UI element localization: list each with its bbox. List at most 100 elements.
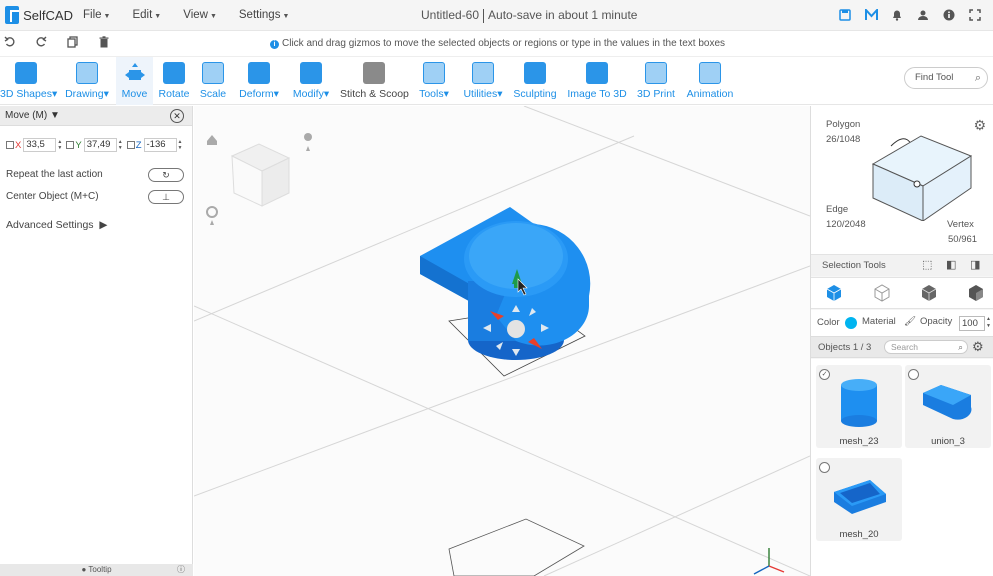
move-panel: Move (M) ▼ ✕ X 33,5 ▲ ▼ Y 37,49 ▲ ▼ Z -136… xyxy=(0,106,193,576)
object-tile-mesh-20[interactable]: mesh_20 xyxy=(816,458,902,541)
save-icon[interactable] xyxy=(837,7,853,23)
m-icon[interactable] xyxy=(863,7,879,23)
autosave-status: Auto-save in about 1 minute xyxy=(488,8,638,22)
color-swatch[interactable] xyxy=(845,317,857,329)
center-object-button[interactable]: ⊥ xyxy=(148,190,184,204)
document-name[interactable]: Untitled-60 xyxy=(421,8,479,22)
x-coordinate-input[interactable]: 33,5 xyxy=(23,138,57,152)
sculpting-icon xyxy=(524,62,546,84)
scene-canvas[interactable] xyxy=(194,106,810,576)
center-object-label: Center Object (M+C) xyxy=(6,191,99,202)
view-cube[interactable] xyxy=(230,143,291,207)
copy-icon[interactable] xyxy=(67,36,79,51)
redo-icon[interactable] xyxy=(35,36,47,51)
tool-3d-shapes[interactable]: 3D Shapes▾ xyxy=(0,57,57,105)
pan-compass-icon[interactable] xyxy=(304,133,312,151)
notification-bell-icon[interactable] xyxy=(889,7,905,23)
material-icon[interactable]: 🖌 xyxy=(904,316,916,327)
tool-stitch-scoop[interactable]: Stitch & Scoop xyxy=(340,57,409,105)
tool-3d-print[interactable]: 3D Print xyxy=(636,57,676,105)
tool-modify[interactable]: Modify▾ xyxy=(290,57,332,105)
tool-sculpting[interactable]: Sculpting xyxy=(512,57,558,105)
select-faces-icon[interactable]: ◨ xyxy=(970,258,980,271)
close-icon[interactable]: ✕ xyxy=(170,109,184,123)
tool-tools[interactable]: Tools▾ xyxy=(416,57,452,105)
color-label: Color xyxy=(817,317,840,328)
tool-move[interactable]: Move xyxy=(116,57,153,105)
expand-triangle-icon: ▶ xyxy=(99,219,108,231)
x-lock-checkbox[interactable] xyxy=(6,141,14,149)
find-tool-input[interactable]: Find Tool ⌕ xyxy=(904,67,988,89)
modify-icon xyxy=(300,62,322,84)
cylinder-thumbnail xyxy=(841,379,877,427)
panel-header: Move (M) ▼ ✕ xyxy=(0,106,192,126)
tool-animation[interactable]: Animation xyxy=(684,57,736,105)
panel-title: Move (M) xyxy=(5,110,48,121)
vertex-count: 50/961 xyxy=(948,234,978,245)
menu-view[interactable]: View ▼ xyxy=(183,9,217,21)
tool-image-to-3d[interactable]: Image To 3D xyxy=(566,57,628,105)
tool-drawing[interactable]: Drawing▾ xyxy=(62,57,112,105)
tool-scale[interactable]: Scale xyxy=(196,57,230,105)
tray-thumbnail xyxy=(834,480,886,514)
advanced-settings-toggle[interactable]: Advanced Settings ▶ xyxy=(6,219,107,231)
3d-viewport[interactable] xyxy=(194,106,810,576)
wireframe-mode-icon[interactable] xyxy=(873,284,891,302)
camera-orbit-icon[interactable] xyxy=(206,206,218,225)
center-icon: ⊥ xyxy=(162,192,170,202)
coordinates-row: X 33,5 ▲ ▼ Y 37,49 ▲ ▼ Z -136 ▲ ▼ xyxy=(6,138,187,152)
cube-icon xyxy=(15,62,37,84)
opacity-input[interactable]: 100 xyxy=(959,316,985,331)
object-select-checkbox[interactable] xyxy=(819,462,830,473)
menu-edit[interactable]: Edit ▼ xyxy=(132,9,161,21)
x-stepper[interactable]: ▲ ▼ xyxy=(57,139,63,151)
z-lock-checkbox[interactable] xyxy=(126,141,135,149)
z-coordinate-input[interactable]: -136 xyxy=(143,138,177,152)
object-select-checkbox[interactable] xyxy=(908,369,919,380)
face-mode-icon[interactable] xyxy=(920,284,938,302)
opacity-stepper[interactable]: ▲ ▼ xyxy=(986,316,991,330)
y-lock-checkbox[interactable] xyxy=(66,141,75,149)
tool-deform[interactable]: Deform▾ xyxy=(236,57,282,105)
caret-down-icon: ▼ xyxy=(282,13,290,20)
info-circle-icon: ⓘ xyxy=(177,565,185,574)
selected-object-union[interactable] xyxy=(420,207,591,360)
object-name: mesh_23 xyxy=(839,436,879,447)
tool-utilities[interactable]: Utilities▾ xyxy=(460,57,506,105)
repeat-action-button[interactable]: ↻ xyxy=(148,168,184,182)
object-tile-union-3[interactable]: union_3 xyxy=(905,365,991,448)
collapse-triangle-icon[interactable]: ▼ xyxy=(50,110,60,121)
selection-cube-icon xyxy=(871,135,973,221)
solid-mode-icon[interactable] xyxy=(967,284,985,302)
selection-mode-bar xyxy=(811,277,993,309)
home-icon[interactable] xyxy=(207,135,217,145)
delete-trash-icon[interactable] xyxy=(98,36,110,51)
y-stepper[interactable]: ▲ ▼ xyxy=(118,139,124,151)
rotate-icon xyxy=(163,62,185,84)
fullscreen-icon[interactable] xyxy=(967,7,983,23)
material-label: Material xyxy=(862,316,896,327)
y-coordinate-input[interactable]: 37,49 xyxy=(83,138,117,152)
menu-file[interactable]: File ▼ xyxy=(83,9,110,21)
logo[interactable]: SelfCAD xyxy=(5,6,73,24)
selection-tools-bar: Selection Tools ⬚ ◧ ◨ xyxy=(811,254,993,276)
objects-count: Objects 1 / 3 xyxy=(818,342,872,353)
user-icon[interactable] xyxy=(915,7,931,23)
selfcad-logo-icon xyxy=(5,6,20,24)
object-mode-cube-icon[interactable] xyxy=(825,284,843,302)
objects-settings-gear-icon[interactable]: ⚙ xyxy=(972,339,984,355)
tooltip-bar[interactable]: ● Tooltip ⓘ xyxy=(0,564,193,576)
object-select-checkbox[interactable]: ✓ xyxy=(819,369,830,380)
undo-icon[interactable] xyxy=(4,36,16,51)
info-icon[interactable] xyxy=(941,7,957,23)
select-cubes-icon[interactable]: ◧ xyxy=(946,258,956,271)
objects-header: Objects 1 / 3 Search ⌕ ⚙ xyxy=(811,336,993,358)
z-stepper[interactable]: ▲ ▼ xyxy=(178,139,184,151)
menu-settings[interactable]: Settings ▼ xyxy=(239,9,290,21)
tool-rotate[interactable]: Rotate xyxy=(156,57,192,105)
object-tile-mesh-23[interactable]: ✓ mesh_23 xyxy=(816,365,902,448)
z-axis-label: Z xyxy=(135,139,142,151)
objects-search-input[interactable]: Search ⌕ xyxy=(884,340,968,354)
utilities-layers-icon xyxy=(472,62,494,84)
box-select-icon[interactable]: ⬚ xyxy=(922,258,932,271)
